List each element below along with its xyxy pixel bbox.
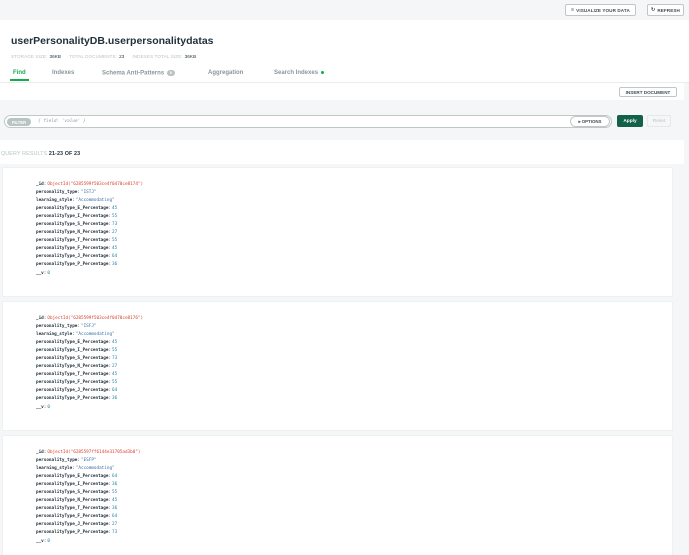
field-value: 0 [47, 538, 50, 544]
tab-indexes[interactable]: Indexes [52, 68, 74, 76]
field-value: 45 [112, 340, 118, 346]
field-value: 27 [112, 522, 118, 528]
field-value: 64 [112, 474, 118, 480]
field-value: "ESFP" [81, 458, 97, 464]
field-value: "Accommodating" [75, 466, 115, 472]
field-value: 55 [112, 348, 118, 354]
collection-title: userPersonalityDB.userpersonalitydatas [11, 35, 214, 47]
field-value: 73 [112, 222, 118, 228]
field-value: 64 [112, 514, 118, 520]
field-value: "ISFJ" [81, 324, 97, 330]
tab-schema-anti-patterns[interactable]: Schema Anti-Patterns 0 [102, 68, 175, 77]
tab-aggregation[interactable]: Aggregation [208, 68, 243, 76]
insert-document-button[interactable]: INSERT DOCUMENT [619, 87, 677, 97]
anti-patterns-count-badge: 0 [166, 70, 175, 76]
document-card[interactable]: _id: ObjectId("6285597ff6144e31705ad3b0")… [2, 435, 673, 555]
tab-search-indexes[interactable]: Search Indexes [274, 68, 324, 76]
query-bar: FILTER { field: 'value' } ▸ OPTIONS Appl… [0, 100, 684, 140]
field-value: 0 [47, 404, 50, 410]
field-value: ObjectId("6285599f503ce4f0470ce8176") [47, 316, 144, 321]
field-value: 64 [112, 388, 118, 394]
options-toggle-button[interactable]: ▸ OPTIONS [570, 116, 610, 127]
document-card[interactable]: _id: ObjectId("6285599f503ce4f0470ce8176"… [2, 301, 673, 431]
filter-chip: FILTER [7, 118, 31, 126]
field-value: 0 [47, 270, 50, 276]
field-value: 36 [112, 482, 118, 488]
stat-storage-size: STORAGE SIZE: 36KB [11, 54, 62, 59]
visualize-data-button[interactable]: ≡ VISUALIZE YOUR DATA [565, 4, 636, 16]
field-value: 45 [112, 206, 118, 212]
field-value: 55 [112, 214, 118, 220]
field-value: 36 [112, 262, 118, 268]
field-value: 36 [112, 506, 118, 512]
top-toolbar: ≡ VISUALIZE YOUR DATA ↻ REFRESH [0, 0, 689, 20]
document-card[interactable]: _id: ObjectId("6285599f503ce4f0470ce8174"… [2, 167, 673, 297]
stat-indexes-size: INDEXES TOTAL SIZE: 36KB [132, 54, 197, 59]
field-value: 45 [112, 372, 118, 378]
search-indexes-status-dot [320, 70, 324, 74]
field-value: 27 [112, 364, 118, 370]
field-value: "Accommodating" [75, 332, 115, 338]
field-value: "ISTJ" [81, 190, 97, 196]
caret-right-icon: ▸ [578, 118, 581, 124]
field-value: 73 [112, 356, 118, 362]
field-value: 55 [112, 490, 118, 496]
refresh-icon: ↻ [651, 7, 656, 13]
tab-find[interactable]: Find [10, 68, 29, 81]
field-value: 45 [112, 498, 118, 504]
bar-chart-icon: ≡ [571, 7, 575, 13]
refresh-button[interactable]: ↻ REFRESH [647, 4, 684, 16]
field-value: ObjectId("6285599f503ce4f0470ce8174") [47, 182, 144, 187]
options-label: OPTIONS [581, 119, 602, 124]
field-value: ObjectId("6285597ff6144e31705ad3b0") [47, 450, 141, 455]
collection-header: userPersonalityDB.userpersonalitydatas S… [0, 20, 689, 83]
field-value: 64 [112, 254, 118, 260]
apply-button[interactable]: Apply [617, 115, 643, 127]
field-value: 45 [112, 246, 118, 252]
refresh-label: REFRESH [657, 7, 680, 13]
visualize-data-label: VISUALIZE YOUR DATA [576, 7, 630, 13]
page-scrollbar[interactable] [684, 83, 689, 555]
field-value: 73 [112, 530, 118, 536]
query-results-summary: QUERY RESULTS 21-23 OF 23 [1, 151, 81, 157]
filter-input[interactable]: FILTER { field: 'value' } [4, 115, 612, 128]
documents-list: _id: ObjectId("6285599f503ce4f0470ce8174"… [0, 164, 684, 555]
reset-button[interactable]: Reset [647, 115, 671, 127]
filter-placeholder: { field: 'value' } [38, 119, 86, 124]
field-value: 55 [112, 238, 118, 244]
field-value: 27 [112, 230, 118, 236]
field-value: 36 [112, 396, 118, 402]
field-value: 55 [112, 380, 118, 386]
field-value: "Accommodating" [75, 198, 115, 204]
stat-total-documents: TOTAL DOCUMENTS: 23 [69, 54, 125, 59]
collection-stats: STORAGE SIZE: 36KB TOTAL DOCUMENTS: 23 IND… [11, 54, 196, 59]
